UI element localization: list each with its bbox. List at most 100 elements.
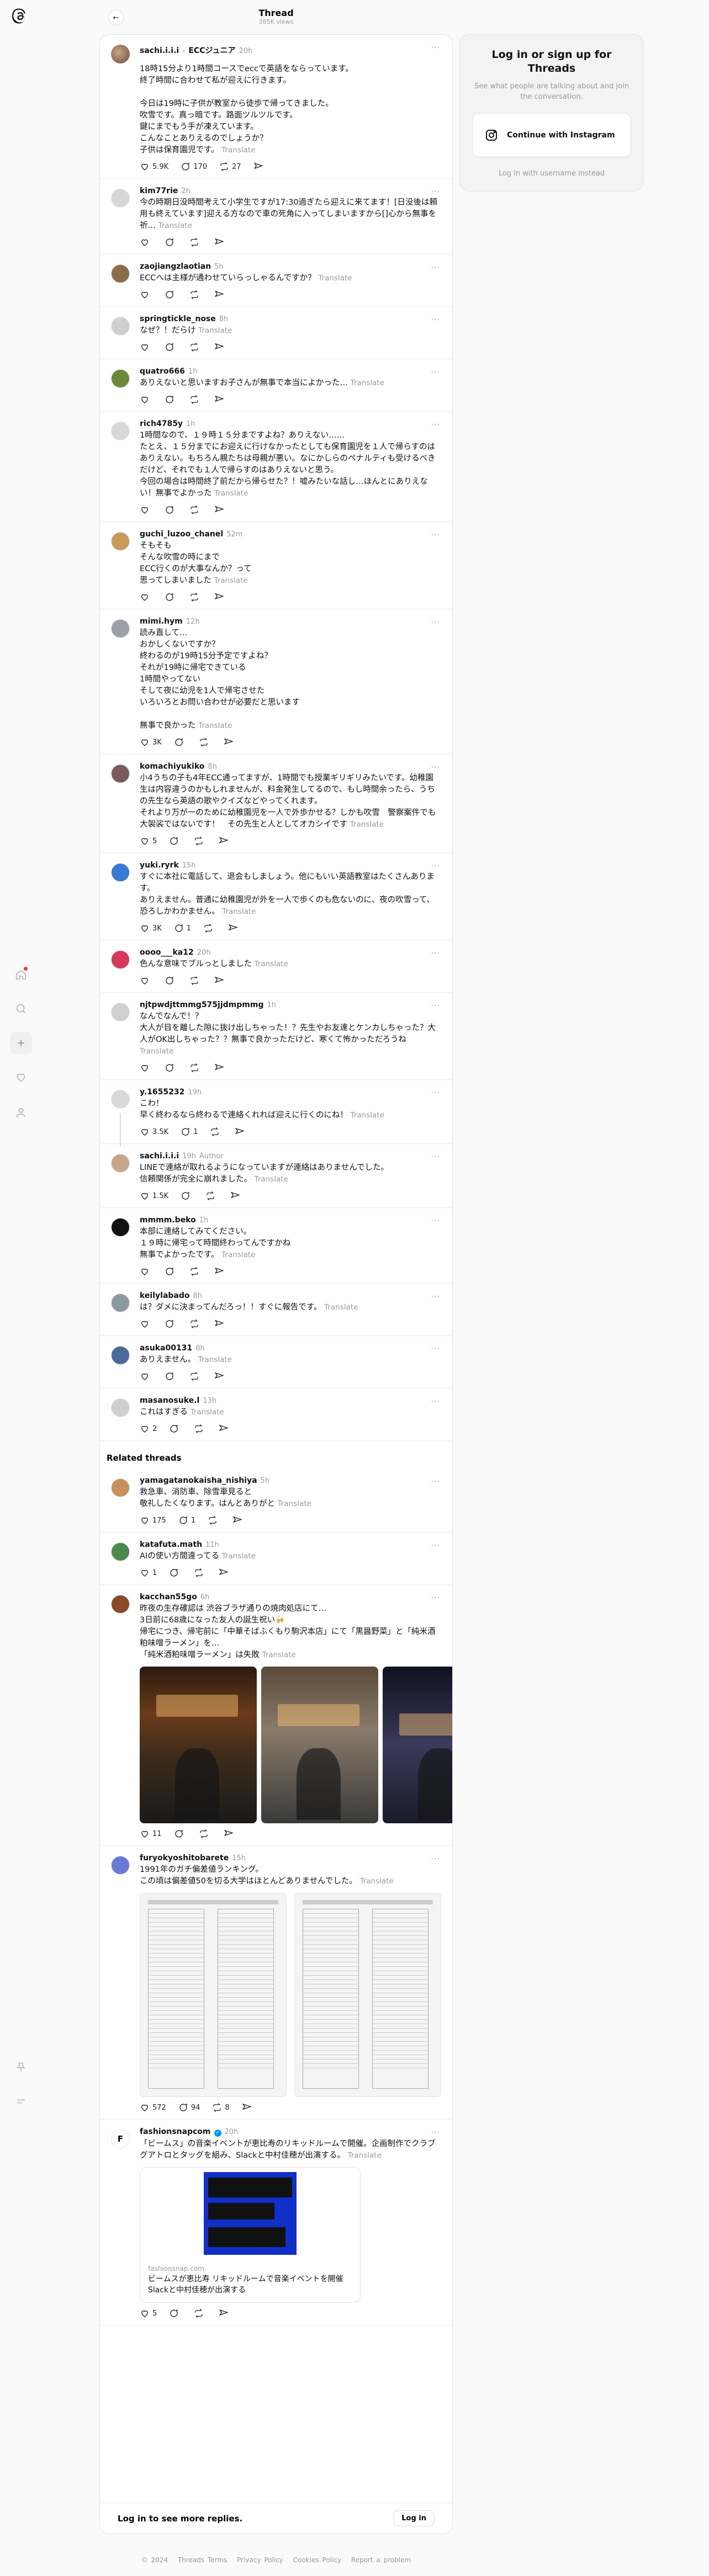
repost-button[interactable]	[189, 290, 202, 300]
username[interactable]: guchi_luzoo_chanel	[140, 530, 223, 539]
like-button[interactable]	[140, 290, 152, 300]
footer-cookies-link[interactable]: Cookies Policy	[293, 2556, 341, 2564]
share-button[interactable]	[214, 395, 224, 405]
pin-icon[interactable]	[13, 2059, 29, 2075]
like-button[interactable]: 3K	[140, 737, 162, 747]
repost-button[interactable]	[189, 1319, 202, 1329]
avatar[interactable]	[111, 1218, 130, 1237]
translate-link[interactable]: Translate	[318, 274, 352, 283]
username[interactable]: keilylabado	[140, 1291, 190, 1300]
avatar[interactable]	[111, 950, 130, 969]
username[interactable]: kacchan55go	[140, 1593, 197, 1601]
share-button[interactable]	[219, 1568, 229, 1578]
username[interactable]: fashionsnapcom	[140, 2127, 211, 2136]
username[interactable]: komachiyukiko	[140, 762, 204, 771]
more-options-icon[interactable]: ···	[431, 1089, 440, 1098]
continue-instagram-button[interactable]: Continue with Instagram	[472, 113, 631, 157]
share-button[interactable]	[214, 237, 224, 247]
translate-link[interactable]: Translate	[262, 1651, 296, 1659]
reply-button[interactable]	[165, 976, 177, 986]
reply-button[interactable]	[169, 2308, 182, 2318]
repost-button[interactable]	[189, 976, 202, 986]
like-button[interactable]	[140, 342, 152, 352]
avatar[interactable]: F	[111, 2130, 130, 2148]
username[interactable]: y.1655232	[140, 1088, 184, 1097]
reply-button[interactable]: 94	[178, 2103, 200, 2112]
translate-link[interactable]: Translate	[198, 1355, 232, 1364]
username[interactable]: furyokyoshitobarete	[140, 1854, 229, 1862]
avatar[interactable]	[111, 1595, 130, 1614]
avatar[interactable]	[111, 1294, 130, 1312]
translate-link[interactable]: Translate	[140, 1047, 173, 1056]
repost-button[interactable]	[189, 1371, 202, 1381]
repost-button[interactable]	[199, 1829, 211, 1839]
more-options-icon[interactable]: ···	[431, 44, 440, 52]
share-button[interactable]	[214, 1319, 224, 1329]
avatar[interactable]	[111, 189, 130, 207]
more-options-icon[interactable]: ···	[431, 1153, 440, 1162]
more-options-icon[interactable]: ···	[431, 1217, 440, 1226]
avatar[interactable]	[111, 1346, 130, 1365]
login-button[interactable]: Log in	[393, 2510, 435, 2526]
like-button[interactable]	[140, 1371, 152, 1381]
like-button[interactable]: 175	[140, 1515, 166, 1525]
translate-link[interactable]: Translate	[222, 907, 256, 916]
reply-button[interactable]	[165, 592, 177, 602]
username[interactable]: mmmm.beko	[140, 1216, 196, 1225]
translate-link[interactable]: Translate	[214, 576, 247, 585]
share-button[interactable]	[232, 1515, 242, 1525]
translate-link[interactable]: Translate	[222, 1552, 256, 1561]
reply-button[interactable]: 1	[174, 923, 191, 933]
share-button[interactable]	[214, 1266, 224, 1276]
more-options-icon[interactable]: ···	[431, 316, 440, 324]
like-button[interactable]	[140, 505, 152, 515]
translate-link[interactable]: Translate	[221, 1250, 255, 1259]
username[interactable]: springtickle_nose	[140, 315, 216, 323]
reply-button[interactable]	[174, 737, 187, 747]
reply-button[interactable]	[165, 1319, 177, 1329]
reply-button[interactable]	[165, 290, 177, 300]
more-options-icon[interactable]: ···	[431, 1292, 440, 1301]
reply-button[interactable]	[165, 395, 177, 405]
like-button[interactable]	[140, 1266, 152, 1276]
footer-report-link[interactable]: Report a problem	[351, 2556, 411, 2564]
share-button[interactable]	[224, 737, 234, 747]
repost-button[interactable]	[205, 1191, 218, 1201]
ranking-image[interactable]	[140, 1893, 287, 2097]
avatar[interactable]	[111, 1090, 130, 1109]
image-carousel[interactable]	[140, 1893, 441, 2097]
like-button[interactable]	[140, 592, 152, 602]
repost-button[interactable]	[194, 836, 207, 846]
repost-button[interactable]	[189, 592, 202, 602]
reply-button[interactable]	[181, 1191, 193, 1201]
like-button[interactable]	[140, 237, 152, 247]
more-options-icon[interactable]: ···	[431, 618, 440, 627]
repost-button[interactable]	[189, 1266, 202, 1276]
more-options-icon[interactable]: ···	[431, 949, 440, 958]
more-options-icon[interactable]: ···	[431, 1002, 440, 1010]
avatar[interactable]	[111, 1398, 130, 1417]
translate-link[interactable]: Translate	[221, 146, 255, 155]
like-button[interactable]: 572	[140, 2103, 166, 2112]
avatar[interactable]	[111, 264, 130, 283]
ranking-image[interactable]	[294, 1893, 441, 2097]
avatar[interactable]	[111, 422, 130, 440]
repost-button[interactable]: 8	[212, 2103, 230, 2112]
share-button[interactable]	[219, 836, 229, 846]
username[interactable]: yamagatanokaisha_nishiya	[140, 1476, 257, 1485]
translate-link[interactable]: Translate	[158, 221, 192, 230]
repost-button[interactable]	[189, 1063, 202, 1073]
photo-carousel[interactable]	[140, 1667, 452, 1823]
share-button[interactable]	[224, 1829, 234, 1839]
share-button[interactable]	[214, 290, 224, 300]
share-button[interactable]	[214, 976, 224, 986]
repost-button[interactable]	[194, 1568, 207, 1578]
more-options-icon[interactable]: ···	[431, 2128, 440, 2137]
username[interactable]: sachi.i.i.i	[140, 1152, 179, 1161]
translate-link[interactable]: Translate	[359, 1877, 393, 1886]
translate-link[interactable]: Translate	[198, 721, 232, 730]
like-button[interactable]: 5	[140, 2308, 157, 2318]
translate-link[interactable]: Translate	[351, 379, 384, 387]
more-options-icon[interactable]: ···	[431, 763, 440, 772]
avatar[interactable]	[111, 45, 130, 63]
